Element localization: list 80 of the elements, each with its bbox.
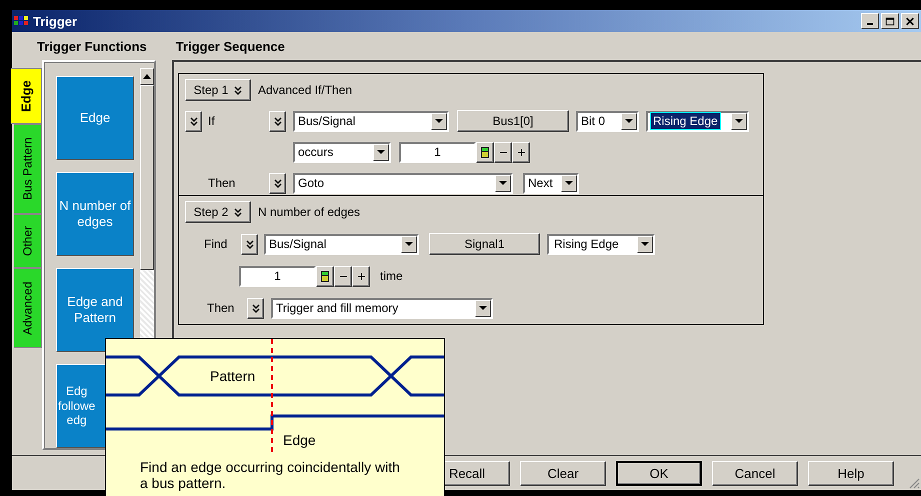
side-tab[interactable]: Bus Pattern: [14, 124, 42, 214]
caret-icon: [565, 181, 573, 185]
caret-icon: [377, 150, 385, 154]
calculator-button[interactable]: [476, 142, 494, 162]
caret-icon: [641, 242, 649, 246]
unit-label: time: [380, 269, 403, 283]
calculator-button[interactable]: [316, 266, 334, 286]
count-field[interactable]: 1: [399, 142, 476, 162]
step-title: Advanced If/Then: [258, 83, 352, 97]
target-dropdown[interactable]: Next: [523, 172, 579, 194]
edge-dropdown[interactable]: Rising Edge: [646, 110, 749, 132]
increment-button[interactable]: [352, 266, 370, 286]
function-tile[interactable]: N number of edges: [56, 172, 134, 256]
dialog-button[interactable]: Clear: [520, 460, 606, 486]
chevron-down-icon: [190, 116, 198, 126]
section-heading: Trigger Functions: [37, 38, 147, 54]
action-dropdown[interactable]: Trigger and fill memory: [271, 298, 493, 318]
chevron-down-icon: [234, 208, 242, 216]
step-button[interactable]: Step 2: [185, 201, 251, 223]
calculator-icon: [481, 146, 489, 158]
dialog-button[interactable]: Cancel: [712, 460, 798, 486]
bit-dropdown[interactable]: Bit 0: [576, 110, 639, 132]
side-tab[interactable]: Advanced: [14, 268, 42, 348]
chevron-down-icon: [234, 86, 242, 94]
minimize-button[interactable]: [861, 13, 879, 29]
chevron-down-icon: [246, 240, 254, 248]
chevron-down-icon: [252, 304, 260, 312]
bus-button[interactable]: Bus1[0]: [457, 110, 569, 132]
increment-button[interactable]: [512, 142, 530, 162]
edge-dropdown[interactable]: Rising Edge: [547, 234, 655, 254]
signal-button[interactable]: Signal1: [429, 233, 540, 255]
caret-icon: [625, 119, 633, 123]
step-button[interactable]: Step 1: [185, 79, 251, 101]
plus-icon: [516, 148, 526, 156]
maximize-button[interactable]: [881, 13, 899, 29]
expand-button[interactable]: [241, 234, 258, 254]
maximize-icon: [885, 16, 895, 26]
side-tab[interactable]: Other: [14, 214, 42, 268]
tooltip-text: Find an edge occurring coincidentally with a bus pattern.: [140, 459, 401, 491]
plus-icon: [356, 272, 366, 280]
scroll-thumb[interactable]: [140, 85, 154, 270]
chevron-down-icon: [274, 116, 282, 126]
section-heading: Trigger Sequence: [176, 38, 285, 54]
expand-button[interactable]: [185, 110, 202, 132]
close-button[interactable]: [901, 13, 919, 29]
dialog-button[interactable]: OK: [616, 460, 702, 486]
then-label: Then: [206, 301, 234, 315]
minimize-icon: [867, 23, 873, 25]
expand-button[interactable]: [269, 172, 286, 194]
action-dropdown[interactable]: Goto: [293, 172, 513, 194]
occurs-dropdown[interactable]: occurs: [293, 142, 391, 162]
function-tile[interactable]: Edge and Pattern: [56, 268, 134, 352]
decrement-button[interactable]: [334, 266, 352, 286]
count-field[interactable]: 1: [239, 266, 316, 286]
signal-dropdown[interactable]: Bus/Signal: [264, 234, 419, 254]
if-label: If: [208, 114, 215, 128]
find-label: Find: [203, 237, 228, 251]
then-label: Then: [207, 176, 236, 190]
caret-icon: [435, 119, 443, 123]
function-tile[interactable]: Edge: [56, 76, 134, 160]
calculator-icon: [321, 270, 329, 282]
resize-grip-icon[interactable]: [908, 477, 920, 489]
chevron-down-icon: [274, 178, 282, 188]
app-icon: [14, 15, 30, 27]
waveform-label: Pattern: [210, 368, 256, 384]
expand-button[interactable]: [269, 110, 286, 132]
window-title: Trigger: [33, 14, 78, 28]
close-icon: [905, 16, 915, 26]
caret-icon: [499, 181, 507, 185]
caret-icon: [479, 306, 487, 310]
step-title: N number of edges: [258, 205, 360, 219]
waveform-label: Edge: [283, 432, 316, 448]
expand-button[interactable]: [247, 298, 264, 318]
decrement-button[interactable]: [494, 142, 512, 162]
caret-icon: [735, 119, 743, 123]
up-arrow-icon[interactable]: [143, 74, 151, 79]
caret-icon: [405, 242, 413, 246]
dialog-button[interactable]: Help: [808, 460, 894, 486]
signal-dropdown[interactable]: Bus/Signal: [293, 110, 449, 132]
side-tab[interactable]: Edge: [11, 68, 42, 124]
